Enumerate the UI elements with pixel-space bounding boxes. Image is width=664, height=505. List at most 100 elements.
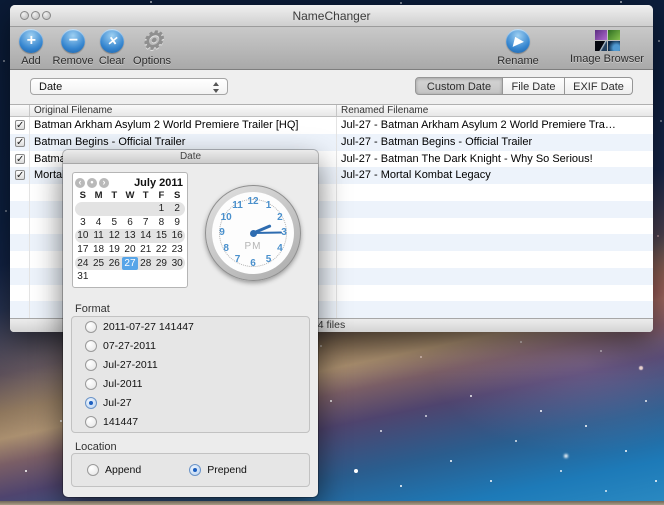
- calendar-day-headers: SMTWTFS: [75, 190, 185, 202]
- calendar-day[interactable]: 6: [122, 216, 138, 229]
- calendar-day[interactable]: 23: [169, 243, 185, 256]
- next-month-button[interactable]: ›: [99, 177, 109, 188]
- format-option[interactable]: 141447: [85, 416, 309, 429]
- row-checkbox-cell: [10, 217, 30, 235]
- today-button[interactable]: •: [87, 177, 97, 188]
- calendar-week-row: 3456789: [75, 216, 185, 230]
- location-option[interactable]: Prepend: [189, 464, 247, 476]
- format-option[interactable]: Jul-27-2011: [85, 358, 309, 371]
- calendar-day[interactable]: 11: [91, 229, 107, 242]
- format-option[interactable]: Jul-27: [85, 397, 309, 410]
- segment-custom-date[interactable]: Custom Date: [415, 77, 503, 95]
- calendar-day[interactable]: 27: [122, 256, 138, 270]
- date-panel-title: Date: [179, 151, 202, 162]
- calendar-day[interactable]: 3: [75, 216, 91, 229]
- calendar-day[interactable]: 25: [91, 257, 107, 270]
- clock-numeral: 2: [277, 211, 283, 223]
- calendar-week-row: 31: [75, 270, 185, 284]
- calendar-day[interactable]: 15: [154, 229, 170, 242]
- rename-label: Rename: [497, 55, 539, 67]
- clock-hub: [249, 229, 257, 237]
- radio-selected-icon[interactable]: [189, 464, 202, 476]
- date-mode-segmented-control: Custom Date File Date EXIF Date: [415, 77, 633, 95]
- radio-unselected-icon[interactable]: [85, 339, 97, 352]
- image-browser-button[interactable]: Image Browser: [569, 29, 645, 65]
- format-option[interactable]: 07-27-2011: [85, 339, 309, 352]
- calendar-day[interactable]: 7: [138, 216, 154, 229]
- row-renamed-filename: [337, 201, 653, 218]
- clock-numeral: 7: [234, 253, 241, 265]
- rename-button[interactable]: ▶ Rename: [490, 29, 546, 67]
- format-option[interactable]: Jul-2011: [85, 378, 309, 391]
- calendar-day[interactable]: 20: [122, 243, 138, 256]
- checkbox-column-header: [10, 105, 30, 116]
- date-panel: Date ‹ • › July 2011 SMTWTFS 1 2 3 4 5 6 7 8 9 10…: [63, 150, 318, 497]
- row-checkbox-cell: [10, 234, 30, 251]
- window-titlebar[interactable]: NameChanger: [10, 5, 653, 27]
- row-checkbox[interactable]: ✓: [15, 170, 25, 181]
- radio-selected-icon[interactable]: [85, 397, 97, 410]
- table-row[interactable]: ✓ Batman Begins - Official Trailer Jul-27 …: [10, 133, 653, 151]
- calendar-day[interactable]: 10: [75, 229, 91, 242]
- calendar-day[interactable]: 18: [91, 243, 107, 256]
- radio-unselected-icon[interactable]: [85, 416, 97, 429]
- calendar-day[interactable]: 26: [106, 257, 122, 270]
- action-dropdown[interactable]: Date: [30, 78, 228, 95]
- screen-bottom-strip: [0, 501, 664, 505]
- date-panel-titlebar[interactable]: Date: [63, 150, 318, 164]
- calendar-day[interactable]: 22: [154, 243, 170, 256]
- calendar-day[interactable]: 28: [138, 257, 154, 270]
- calendar-day[interactable]: 19: [106, 243, 122, 256]
- radio-unselected-icon[interactable]: [85, 320, 97, 333]
- table-row[interactable]: ✓ Batman Arkham Asylum 2 World Premiere T…: [10, 117, 653, 134]
- location-option[interactable]: Append: [87, 464, 141, 476]
- clear-button[interactable]: ✕ Clear: [94, 29, 130, 67]
- calendar-day[interactable]: 29: [154, 257, 170, 270]
- calendar-day[interactable]: 30: [169, 257, 185, 270]
- calendar-day[interactable]: 17: [75, 243, 91, 256]
- action-dropdown-value: Date: [39, 81, 63, 93]
- original-filename-column-header[interactable]: Original Filename: [30, 105, 337, 116]
- radio-unselected-icon[interactable]: [85, 378, 97, 391]
- options-button[interactable]: ⚙ Options: [130, 29, 174, 68]
- image-browser-icon: [594, 30, 620, 51]
- day-header: S: [79, 190, 87, 201]
- calendar-day[interactable]: 4: [91, 216, 107, 229]
- clear-icon: ✕: [100, 29, 124, 53]
- calendar-day[interactable]: 14: [138, 229, 154, 242]
- clock-numeral: 6: [250, 258, 256, 269]
- wallpaper-stars: [0, 0, 2, 2]
- renamed-filename-column-header[interactable]: Renamed Filename: [337, 105, 653, 116]
- format-option-label: 07-27-2011: [103, 339, 156, 352]
- row-checkbox[interactable]: ✓: [15, 153, 25, 164]
- format-option[interactable]: 2011-07-27 141447: [85, 320, 309, 333]
- calendar-day[interactable]: 21: [138, 243, 154, 256]
- calendar-day[interactable]: 5: [106, 216, 122, 229]
- calendar-day[interactable]: 13: [122, 229, 138, 242]
- add-button[interactable]: + Add: [11, 29, 51, 67]
- radio-unselected-icon[interactable]: [87, 464, 99, 476]
- calendar-day[interactable]: 2: [169, 202, 185, 215]
- calendar-day[interactable]: 24: [75, 257, 91, 270]
- table-header[interactable]: Original Filename Renamed Filename: [10, 105, 653, 117]
- format-option-label: Jul-27-2011: [103, 358, 158, 371]
- row-checkbox-cell: [10, 200, 30, 218]
- calendar-day[interactable]: 31: [75, 270, 91, 283]
- format-group-label: Format: [75, 303, 110, 315]
- calendar-day[interactable]: 16: [169, 229, 185, 242]
- row-renamed-filename: [337, 218, 653, 235]
- remove-button[interactable]: − Remove: [50, 29, 96, 67]
- row-checkbox-cell: ✓: [10, 133, 30, 151]
- row-original-filename: Batman Begins - Official Trailer: [30, 133, 337, 151]
- calendar-day[interactable]: 12: [106, 229, 122, 242]
- segment-exif-date[interactable]: EXIF Date: [565, 77, 633, 95]
- segment-file-date[interactable]: File Date: [503, 77, 565, 95]
- row-checkbox[interactable]: ✓: [15, 136, 25, 147]
- row-checkbox[interactable]: ✓: [15, 120, 25, 131]
- radio-unselected-icon[interactable]: [85, 358, 97, 371]
- calendar-day[interactable]: 8: [154, 216, 170, 229]
- calendar-day[interactable]: 9: [169, 216, 185, 229]
- day-header: W: [125, 190, 135, 201]
- calendar-day[interactable]: 1: [154, 202, 170, 215]
- prev-month-button[interactable]: ‹: [75, 177, 85, 188]
